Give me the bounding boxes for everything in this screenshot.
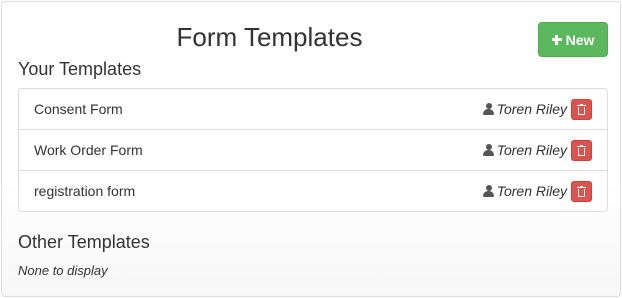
template-owner: Toren Riley (482, 183, 567, 199)
your-templates-list: Consent Form Toren Riley Work Order Form… (18, 88, 608, 212)
trash-icon (577, 103, 586, 115)
owner-name: Toren Riley (496, 101, 567, 117)
delete-template-button[interactable] (571, 180, 592, 202)
trash-icon (577, 185, 586, 197)
new-template-button[interactable]: New (538, 22, 608, 57)
page-title: Form Templates (176, 22, 363, 52)
template-row[interactable]: Consent Form Toren Riley (19, 89, 607, 130)
plus-icon (551, 34, 562, 45)
user-icon (482, 144, 494, 156)
template-name[interactable]: registration form (34, 183, 483, 199)
template-name[interactable]: Work Order Form (34, 142, 483, 158)
template-owner: Toren Riley (482, 142, 567, 158)
owner-name: Toren Riley (496, 183, 567, 199)
trash-icon (577, 144, 586, 156)
template-row[interactable]: registration form Toren Riley (19, 171, 607, 211)
user-icon (482, 185, 494, 197)
owner-name: Toren Riley (496, 142, 567, 158)
template-row[interactable]: Work Order Form Toren Riley (19, 130, 607, 171)
delete-template-button[interactable] (571, 98, 592, 120)
template-name[interactable]: Consent Form (34, 101, 483, 117)
template-owner: Toren Riley (482, 101, 567, 117)
user-icon (482, 103, 494, 115)
other-templates-heading: Other Templates (18, 232, 150, 252)
your-templates-heading: Your Templates (18, 59, 142, 79)
form-templates-panel: Form Templates New Your Templates Consen… (1, 1, 621, 297)
empty-state-text: None to display (18, 263, 108, 278)
new-button-label: New (565, 31, 595, 48)
delete-template-button[interactable] (571, 139, 592, 161)
